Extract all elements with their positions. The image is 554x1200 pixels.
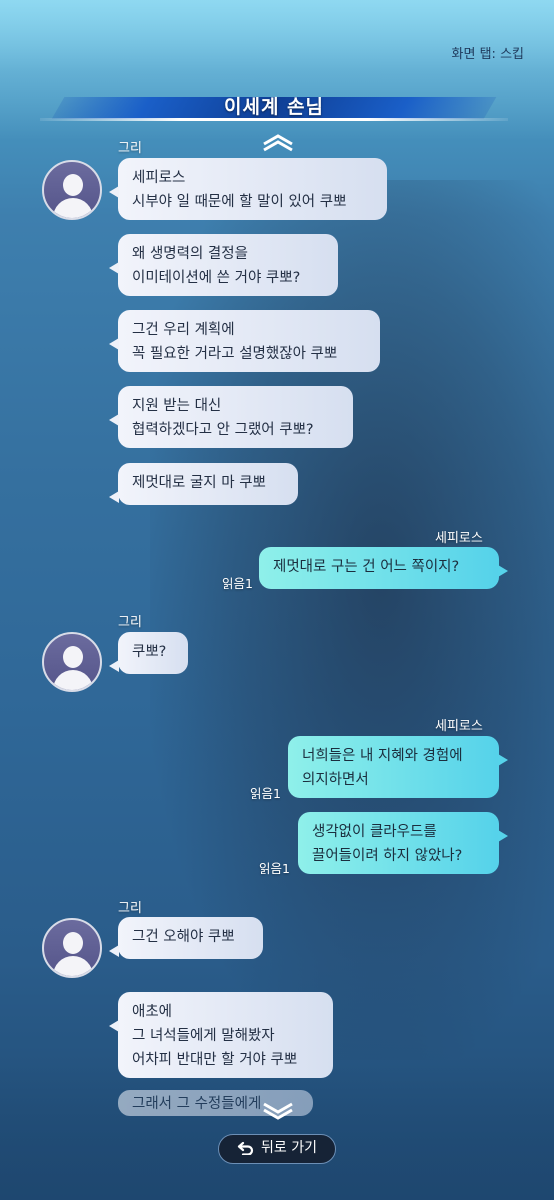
message-bubble: 지원 받는 대신 협력하겠다고 안 그랬어 쿠뽀? bbox=[109, 386, 353, 448]
read-receipt: 읽음1 bbox=[222, 576, 253, 591]
skip-hint[interactable]: 화면 탭: 스킵 bbox=[452, 43, 524, 62]
sender-name: 세피로스 bbox=[435, 531, 483, 546]
back-button-label: 뒤로 가기 bbox=[261, 1140, 317, 1156]
avatar bbox=[42, 918, 102, 978]
avatar bbox=[42, 632, 102, 692]
user-silhouette-icon bbox=[63, 646, 83, 668]
message-bubble: 그건 오해야 쿠뽀 bbox=[109, 917, 263, 959]
message-bubble: 애초에 그 녀석들에게 말해봤자 어차피 반대만 할 거야 쿠뽀 bbox=[109, 992, 333, 1078]
avatar-shoulders bbox=[53, 670, 93, 690]
message-bubble: 너희들은 내 지혜와 경험에 의지하면서 bbox=[288, 736, 508, 798]
message-bubble: 생각없이 클라우드를 끌어들이려 하지 않았나? bbox=[298, 812, 508, 874]
avatar-shoulders bbox=[53, 956, 93, 976]
user-silhouette-icon bbox=[63, 174, 83, 196]
chevron-down-icon[interactable] bbox=[261, 1102, 295, 1120]
back-button[interactable]: 뒤로 가기 bbox=[218, 1134, 336, 1164]
chevron-up-icon[interactable] bbox=[261, 134, 295, 152]
read-receipt: 읽음1 bbox=[259, 861, 290, 876]
background-fade bbox=[0, 1060, 554, 1200]
sender-name: 그리 bbox=[118, 901, 142, 916]
message-bubble: 쿠뽀? bbox=[109, 632, 188, 674]
message-bubble: 제멋대로 구는 건 어느 쪽이지? bbox=[259, 547, 508, 589]
message-bubble: 왜 생명력의 결정을 이미테이션에 쓴 거야 쿠뽀? bbox=[109, 234, 338, 296]
message-bubble: 그건 우리 계획에 꼭 필요한 거라고 설명했잖아 쿠뽀 bbox=[109, 310, 380, 372]
sender-name: 그리 bbox=[118, 615, 142, 630]
avatar bbox=[42, 160, 102, 220]
user-silhouette-icon bbox=[63, 932, 83, 954]
read-receipt: 읽음1 bbox=[250, 786, 281, 801]
avatar-shoulders bbox=[53, 198, 93, 218]
sender-name: 세피로스 bbox=[435, 719, 483, 734]
message-bubble: 세피로스 시부야 일 때문에 할 말이 있어 쿠뽀 bbox=[109, 158, 387, 220]
message-bubble: 제멋대로 굴지 마 쿠뽀 bbox=[109, 463, 298, 505]
undo-arrow-icon bbox=[237, 1141, 254, 1155]
page-title: 이세계 손님 bbox=[223, 96, 324, 118]
title-banner: 이세계 손님 bbox=[40, 94, 508, 122]
sender-name: 그리 bbox=[118, 141, 142, 156]
